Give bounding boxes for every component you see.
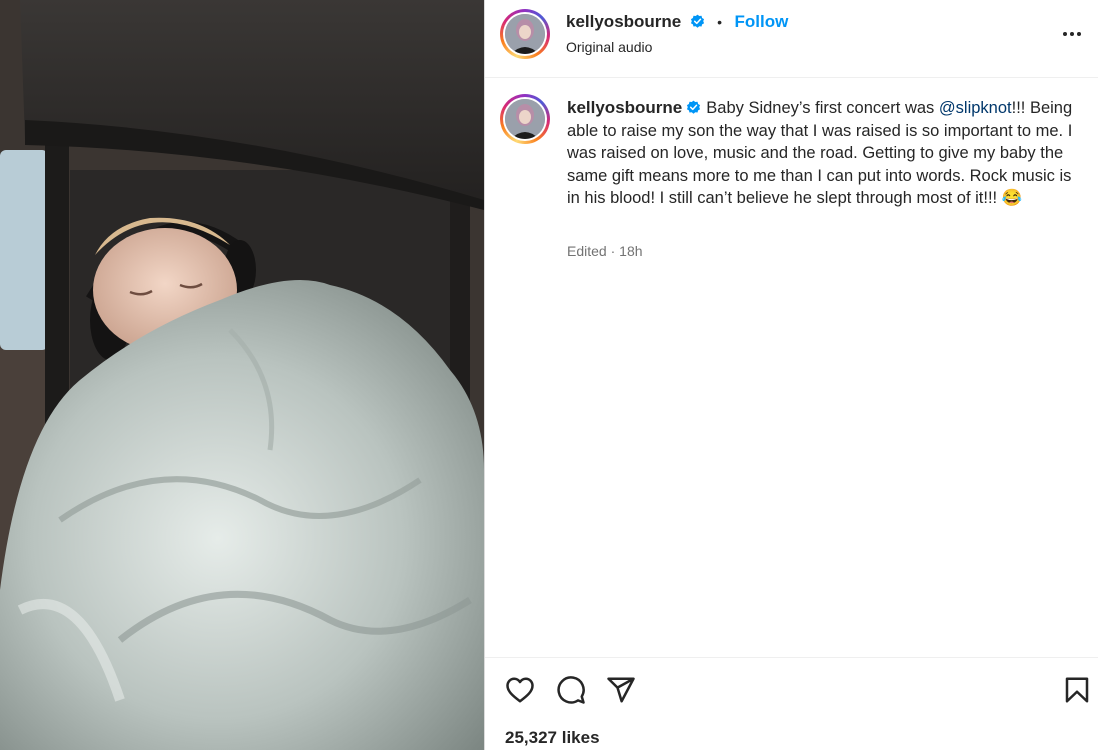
timestamp[interactable]: 18h [619, 243, 642, 259]
post-photo [0, 0, 484, 750]
caption-avatar-image [505, 99, 545, 139]
avatar[interactable] [500, 9, 550, 59]
comment-icon[interactable] [556, 675, 586, 705]
heart-icon[interactable] [505, 675, 535, 705]
follow-button[interactable]: Follow [735, 12, 789, 31]
bookmark-icon[interactable] [1062, 675, 1092, 705]
send-icon[interactable] [606, 675, 636, 705]
caption-username[interactable]: kellyosbourne [567, 98, 682, 117]
avatar-image [505, 14, 545, 54]
post-panel: kellyosbourne • Follow Original audio ke… [484, 0, 1098, 750]
post-media[interactable] [0, 0, 484, 750]
mention-link[interactable]: @slipknot [939, 99, 1012, 117]
post-header: kellyosbourne • Follow Original audio [485, 0, 1098, 78]
likes-count[interactable]: 25,327 likes [505, 728, 600, 748]
post-meta: Edited · 18h [567, 243, 643, 259]
post-caption: kellyosbourne Baby Sidney’s first concer… [567, 97, 1077, 210]
username[interactable]: kellyosbourne [566, 12, 681, 31]
verified-badge-icon [690, 14, 704, 28]
post-actions: 25,327 likes [485, 657, 1098, 750]
meta-separator: · [606, 243, 620, 259]
edited-label: Edited [567, 243, 607, 259]
separator-dot: • [717, 14, 723, 30]
more-options-icon[interactable] [1060, 22, 1084, 46]
caption-text: Baby Sidney’s first concert was [706, 99, 939, 117]
caption-avatar[interactable] [500, 94, 550, 144]
audio-label[interactable]: Original audio [566, 39, 652, 55]
verified-badge-icon [687, 100, 701, 114]
